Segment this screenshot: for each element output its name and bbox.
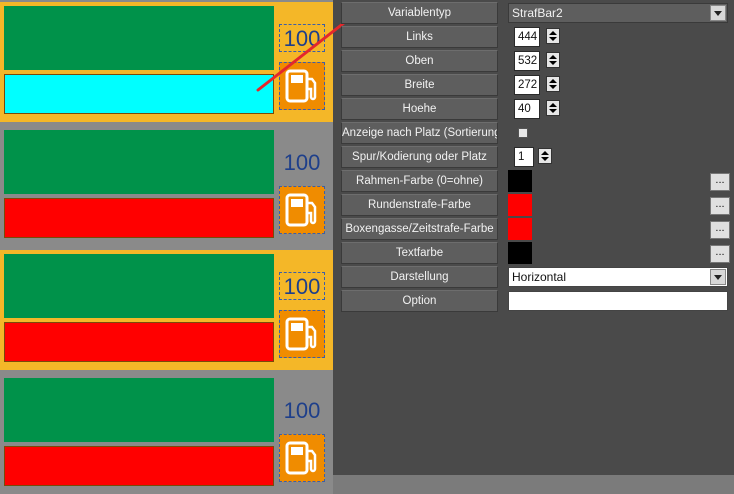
color-picker-button[interactable]: ... xyxy=(710,197,730,215)
color-swatch[interactable] xyxy=(508,218,532,240)
color-swatch[interactable] xyxy=(508,194,532,216)
property-value[interactable]: ... xyxy=(502,242,732,264)
color-swatch[interactable] xyxy=(508,170,532,192)
number-input[interactable]: 40 xyxy=(514,99,540,119)
bar-main xyxy=(4,130,274,194)
property-value[interactable] xyxy=(502,290,732,312)
color-picker-button[interactable]: ... xyxy=(710,245,730,263)
bar-number: 100 xyxy=(283,398,321,423)
number-input[interactable]: 272 xyxy=(514,75,540,95)
property-label: Rundenstrafe-Farbe xyxy=(341,194,498,216)
property-label: Option xyxy=(341,290,498,312)
bar-main xyxy=(4,6,274,70)
chevron-down-icon[interactable] xyxy=(710,269,726,285)
property-label: Rahmen-Farbe (0=ohne) xyxy=(341,170,498,192)
preview-canvas: 100 100 100 100 xyxy=(0,0,333,494)
property-value[interactable]: ... xyxy=(502,170,732,192)
number-input[interactable]: 444 xyxy=(514,27,540,47)
property-label: Textfarbe xyxy=(341,242,498,264)
property-label: Breite xyxy=(341,74,498,96)
color-picker-button[interactable]: ... xyxy=(710,221,730,239)
property-label: Oben xyxy=(341,50,498,72)
spinner-icon[interactable] xyxy=(546,100,560,116)
property-label: Anzeige nach Platz (Sortierung) xyxy=(341,122,498,144)
bar-number: 100 xyxy=(283,150,321,175)
property-value[interactable]: 272 xyxy=(502,74,732,96)
bar-number: 100 xyxy=(279,272,325,300)
bar-penalty xyxy=(4,322,274,362)
preview-bar-4[interactable]: 100 xyxy=(0,374,333,494)
preview-bar-3[interactable]: 100 xyxy=(0,250,333,370)
dropdown[interactable]: StrafBar2 xyxy=(508,3,728,23)
fuel-pump-icon xyxy=(279,186,325,234)
spinner-icon[interactable] xyxy=(546,76,560,92)
fuel-pump-icon xyxy=(279,62,325,110)
property-value[interactable]: StrafBar2 xyxy=(502,2,732,24)
property-value[interactable]: Horizontal xyxy=(502,266,732,288)
fuel-pump-icon xyxy=(279,310,325,358)
preview-bar-2[interactable]: 100 xyxy=(0,126,333,246)
property-label: Variablentyp xyxy=(341,2,498,24)
dropdown[interactable]: Horizontal xyxy=(508,267,728,287)
spinner-icon[interactable] xyxy=(546,52,560,68)
property-label: Darstellung xyxy=(341,266,498,288)
preview-bar-1[interactable]: 100 xyxy=(0,2,333,122)
property-label: Spur/Kodierung oder Platz xyxy=(341,146,498,168)
property-value[interactable]: 532 xyxy=(502,50,732,72)
chevron-down-icon[interactable] xyxy=(710,5,726,21)
property-label: Links xyxy=(341,26,498,48)
property-label: Hoehe xyxy=(341,98,498,120)
spinner-icon[interactable] xyxy=(538,148,552,164)
property-label: Boxengasse/Zeitstrafe-Farbe xyxy=(341,218,498,240)
property-value[interactable] xyxy=(502,122,732,144)
number-input[interactable]: 532 xyxy=(514,51,540,71)
spinner-icon[interactable] xyxy=(546,28,560,44)
property-value[interactable]: 444 xyxy=(502,26,732,48)
option-input[interactable] xyxy=(508,291,728,311)
number-input[interactable]: 1 xyxy=(514,147,534,167)
bar-main xyxy=(4,378,274,442)
bar-penalty xyxy=(4,74,274,114)
bar-main xyxy=(4,254,274,318)
property-value[interactable]: 40 xyxy=(502,98,732,120)
bar-penalty xyxy=(4,198,274,238)
color-picker-button[interactable]: ... xyxy=(710,173,730,191)
bar-number: 100 xyxy=(279,24,325,52)
color-swatch[interactable] xyxy=(508,242,532,264)
bar-penalty xyxy=(4,446,274,486)
property-value[interactable]: 1 xyxy=(502,146,732,168)
property-value[interactable]: ... xyxy=(502,194,732,216)
sort-checkbox[interactable] xyxy=(518,128,528,138)
property-value[interactable]: ... xyxy=(502,218,732,240)
